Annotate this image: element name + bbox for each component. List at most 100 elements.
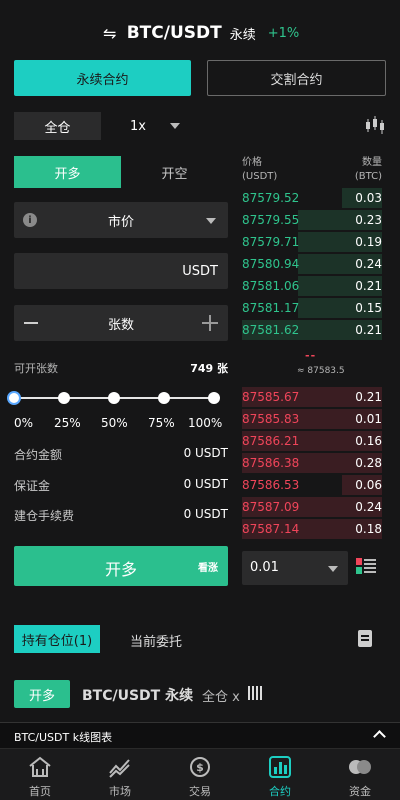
order-type-value: 市价 (107, 214, 134, 230)
order-qty: 0.06 (355, 478, 382, 492)
qty-header: 数量 (362, 157, 382, 168)
slider-stop-50[interactable] (108, 392, 120, 404)
order-type-select[interactable]: i 市价 (14, 202, 228, 238)
position-mode: 全仓 x (202, 690, 240, 705)
order-qty: 0.18 (355, 522, 382, 536)
orderbook-row[interactable]: 87585.67 0.21 (242, 386, 382, 408)
nav-label: 资金 (349, 785, 371, 798)
contract-icon (269, 756, 291, 778)
amount-stepper[interactable]: 张数 (14, 305, 228, 341)
order-qty: 0.21 (355, 279, 382, 293)
fee-label: 建仓手续费 (14, 509, 75, 523)
orderbook-row[interactable]: 87586.21 0.16 (242, 430, 382, 452)
slider-label: 100% (188, 416, 223, 430)
slider-handle[interactable] (7, 391, 21, 405)
nav-label: 市场 (109, 785, 131, 798)
chevron-down-icon (169, 123, 180, 129)
kline-chart-bar[interactable]: BTC/USDT k线图表 (0, 722, 400, 748)
margin-value: 0 USDT (183, 477, 228, 491)
orderbook-row[interactable]: 87581.06 0.21 (242, 275, 382, 297)
tab-open-orders[interactable]: 当前委托 (130, 631, 182, 650)
orderbook-row[interactable]: 87587.09 0.24 (242, 496, 382, 518)
order-price: 87586.38 (242, 456, 300, 470)
slider-label: 75% (148, 416, 175, 430)
leverage-bars-icon (248, 686, 264, 700)
candlestick-icon[interactable] (364, 114, 386, 136)
contract-amount-row: 合约金额 0 USDT (14, 446, 228, 462)
slider-label: 50% (101, 416, 128, 430)
order-qty: 0.19 (355, 235, 382, 249)
order-price: 87587.09 (242, 500, 300, 514)
orderbook-row[interactable]: 87585.83 0.01 (242, 408, 382, 430)
order-price: 87586.21 (242, 434, 300, 448)
tab-open-short[interactable]: 开空 (121, 156, 228, 188)
orderbook-row[interactable]: 87586.53 0.06 (242, 474, 382, 496)
nav-contract[interactable]: 合约 (240, 749, 320, 800)
order-price: 87579.52 (242, 191, 300, 205)
orderbook-layout-icon[interactable] (356, 558, 376, 574)
slider-label: 0% (14, 416, 34, 430)
orderbook-row[interactable]: 87586.38 0.28 (242, 452, 382, 474)
trade-icon: $ (190, 757, 210, 777)
last-price: -- (305, 349, 317, 362)
fee-value: 0 USDT (183, 507, 228, 521)
nav-home[interactable]: 首页 (0, 749, 80, 800)
amount-placeholder: 张数 (107, 317, 134, 333)
depth-select[interactable]: 0.01 (242, 551, 348, 585)
contract-amount-label: 合约金额 (14, 448, 63, 462)
price-unit-header: (USDT) (242, 171, 278, 182)
mark-price: ≈ 87583.5 (297, 366, 345, 376)
market-icon (109, 759, 130, 778)
nav-assets[interactable]: 资金 (320, 749, 400, 800)
slider-label: 25% (54, 416, 81, 430)
kline-chart-label: BTC/USDT k线图表 (14, 731, 113, 744)
swap-icon[interactable]: ⇋ (101, 24, 119, 43)
order-price: 87587.14 (242, 522, 300, 536)
price-header: 价格 (242, 157, 262, 168)
tab-perpetual[interactable]: 永续合约 (14, 60, 191, 96)
order-qty: 0.28 (355, 456, 382, 470)
order-price: 87579.55 (242, 213, 300, 227)
chevron-up-icon[interactable] (373, 730, 386, 743)
slider-stop-100[interactable] (208, 392, 220, 404)
tab-open-long[interactable]: 开多 (14, 156, 121, 188)
tab-positions[interactable]: 持有仓位(1) (14, 625, 100, 653)
chevron-down-icon (206, 218, 216, 224)
leverage-select[interactable]: 1x (130, 112, 180, 140)
slider-stop-25[interactable] (58, 392, 70, 404)
tab-delivery[interactable]: 交割合约 (207, 60, 386, 96)
pair-title: BTC/USDT (126, 23, 222, 43)
order-price: 87580.94 (242, 257, 300, 271)
nav-trade[interactable]: $ 交易 (160, 749, 240, 800)
nav-market[interactable]: 市场 (80, 749, 160, 800)
orderbook-row[interactable]: 87579.55 0.23 (242, 209, 382, 231)
order-price: 87585.67 (242, 390, 300, 404)
open-long-label: 开多 (104, 560, 137, 579)
open-long-button[interactable]: 开多 看涨 (14, 546, 228, 586)
price-input[interactable]: USDT (14, 253, 228, 289)
orderbook-row[interactable]: 87579.71 0.19 (242, 231, 382, 253)
orderbook-row[interactable]: 87579.52 0.03 (242, 187, 382, 209)
amount-slider[interactable] (7, 390, 220, 406)
order-qty: 0.24 (355, 257, 382, 271)
orderbook-row[interactable]: 87587.14 0.18 (242, 518, 382, 540)
order-qty: 0.03 (355, 191, 382, 205)
order-price: 87585.83 (242, 412, 300, 426)
margin-row: 保证金 0 USDT (14, 477, 228, 493)
position-pair: BTC/USDT 永续 (82, 688, 194, 704)
orderbook-row[interactable]: 87581.62 0.21 (242, 319, 382, 341)
bottom-nav: 首页 市场 $ 交易 合约 资金 (0, 748, 400, 800)
position-item[interactable]: 开多 BTC/USDT 永续 全仓 x (14, 680, 386, 708)
margin-mode-button[interactable]: 全仓 (14, 112, 101, 140)
plus-icon[interactable] (202, 315, 218, 331)
order-price: 87586.53 (242, 478, 300, 492)
pair-header[interactable]: ⇋ BTC/USDT 永续 +1% (0, 18, 400, 48)
available-value: 749 张 (190, 362, 228, 375)
order-price: 87581.17 (242, 301, 300, 315)
document-icon[interactable] (358, 630, 372, 647)
position-side-badge: 开多 (14, 680, 70, 708)
slider-stop-75[interactable] (158, 392, 170, 404)
orderbook-row[interactable]: 87580.94 0.24 (242, 253, 382, 275)
order-qty: 0.21 (355, 323, 382, 337)
orderbook-row[interactable]: 87581.17 0.15 (242, 297, 382, 319)
